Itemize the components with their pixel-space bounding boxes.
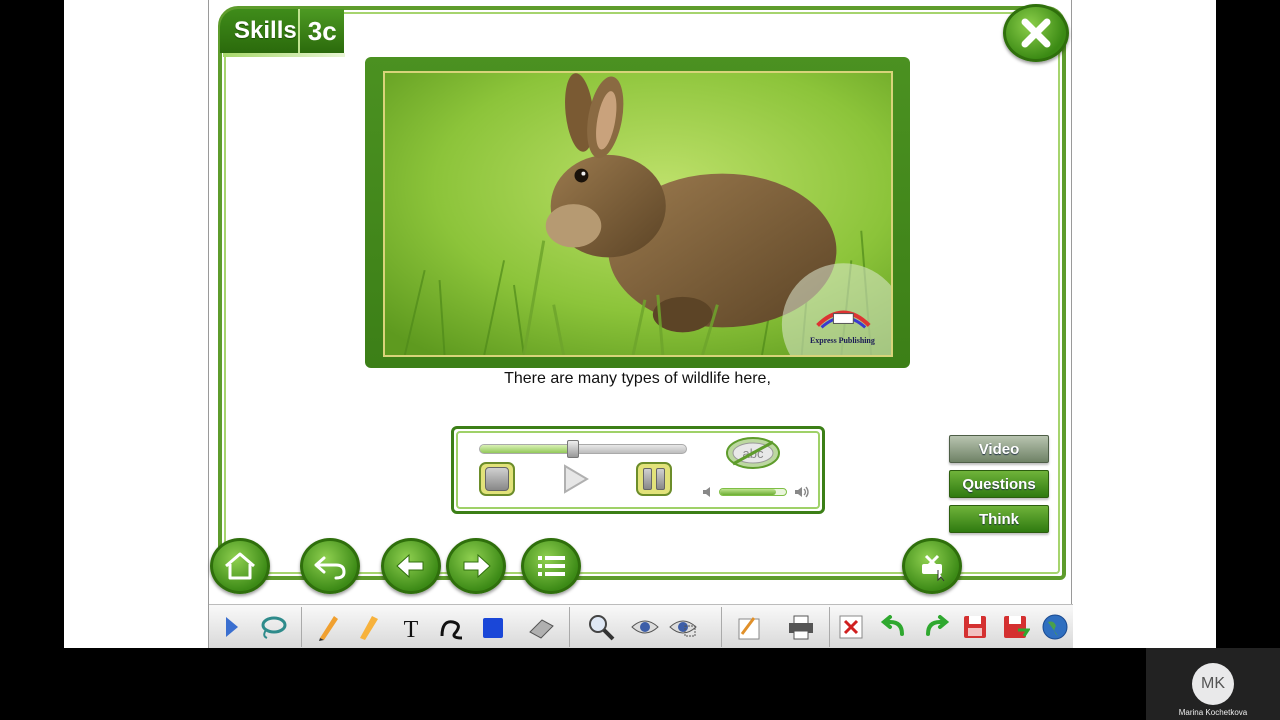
eye-hidden-icon: [669, 620, 697, 637]
section-tab: Skills 3c: [220, 9, 344, 53]
note-icon: [738, 617, 760, 640]
pause-icon: [643, 468, 665, 490]
eraser-tool[interactable]: [523, 609, 559, 645]
volume-low-icon: [703, 487, 710, 497]
list-icon: [538, 556, 565, 576]
lasso-tool[interactable]: [255, 609, 291, 645]
stop-button[interactable]: [479, 462, 515, 496]
save-as-icon: [1004, 616, 1030, 638]
tab-think[interactable]: Think: [949, 505, 1049, 533]
contents-button[interactable]: [521, 538, 581, 594]
unit-label: 3c: [298, 9, 344, 53]
previous-page-button[interactable]: [381, 538, 441, 594]
clear-all-button[interactable]: [833, 609, 869, 645]
abc-icon: abc: [726, 437, 780, 469]
play-icon: [564, 464, 589, 494]
eraser-icon: [529, 619, 554, 639]
toolbar-toggle-button[interactable]: [213, 609, 249, 645]
text-tool[interactable]: T: [393, 609, 429, 645]
save-button[interactable]: [957, 609, 993, 645]
subtitles-toggle-button[interactable]: abc: [725, 436, 781, 470]
section-underline: [223, 53, 345, 57]
volume-slider[interactable]: [719, 488, 787, 496]
pencil-tool[interactable]: [309, 609, 345, 645]
tab-questions[interactable]: Questions: [949, 470, 1049, 498]
arrow-right-icon: [463, 553, 491, 579]
volume-control[interactable]: [701, 485, 813, 499]
stop-icon: [485, 467, 509, 491]
annotation-toolbar: T: [209, 604, 1073, 648]
participant-tile: MK Marina Kochetkova: [1146, 648, 1280, 720]
svg-text:T: T: [404, 617, 419, 642]
print-button[interactable]: [783, 609, 819, 645]
toolbar-divider: [301, 607, 302, 647]
redo-button[interactable]: [919, 609, 955, 645]
freehand-tool[interactable]: [435, 609, 471, 645]
home-icon: [225, 552, 255, 580]
photo-card: Express Publishing: [365, 57, 910, 368]
undo-icon: [880, 615, 904, 636]
eye-icon: [631, 620, 659, 634]
arrow-left-icon: [396, 553, 424, 579]
tools-icon: [922, 554, 945, 582]
redo-icon: [926, 615, 950, 636]
tab-video[interactable]: Video: [949, 435, 1049, 463]
volume-high-icon: [795, 486, 809, 498]
shape-tool[interactable]: [475, 609, 511, 645]
save-as-button[interactable]: [997, 609, 1033, 645]
progress-fill: [480, 445, 573, 453]
screen: Skills 3c Express Publishing There are m…: [0, 0, 1280, 720]
spotlight-tool[interactable]: [627, 609, 663, 645]
save-icon: [964, 616, 986, 638]
toolbar-divider: [721, 607, 722, 647]
close-button[interactable]: [1003, 4, 1069, 62]
highlighter-tool[interactable]: [349, 609, 385, 645]
play-button[interactable]: [557, 462, 593, 496]
close-icon: [1021, 18, 1051, 48]
toolbar-divider: [569, 607, 570, 647]
pause-button[interactable]: [636, 462, 672, 496]
watermark-text: Express Publishing: [810, 336, 875, 345]
printer-icon: [789, 615, 813, 640]
home-button[interactable]: [210, 538, 270, 594]
zoom-tool[interactable]: [583, 609, 619, 645]
pencil-icon: [319, 616, 338, 641]
play-triangle-icon: [226, 617, 238, 637]
tools-button[interactable]: [902, 538, 962, 594]
next-page-button[interactable]: [446, 538, 506, 594]
magnifier-icon: [589, 615, 615, 641]
highlighter-icon: [360, 616, 378, 640]
progress-thumb[interactable]: [566, 440, 579, 458]
back-button[interactable]: [300, 538, 360, 594]
reveal-tool[interactable]: [665, 609, 701, 645]
undo-button[interactable]: [875, 609, 911, 645]
undo-arrow-icon: [314, 556, 346, 580]
rectangle-icon: [483, 618, 503, 638]
curve-icon: [440, 620, 463, 640]
toolbar-divider: [829, 607, 830, 647]
notes-tool[interactable]: [731, 609, 767, 645]
participant-name: Marina Kochetkova: [1178, 708, 1248, 717]
web-button[interactable]: [1037, 609, 1073, 645]
text-icon: T: [404, 617, 419, 642]
progress-slider[interactable]: [479, 440, 687, 458]
avatar: MK: [1192, 663, 1234, 705]
delete-icon: [839, 615, 863, 639]
lasso-icon: [261, 616, 287, 639]
volume-fill: [720, 489, 777, 495]
audio-player: abc: [451, 426, 825, 514]
caption-text: There are many types of wildlife here,: [504, 370, 771, 387]
ebook-app: Skills 3c Express Publishing There are m…: [208, 0, 1073, 648]
section-label: Skills: [234, 17, 297, 44]
rabbit-photo: Express Publishing: [383, 71, 893, 357]
globe-icon: [1042, 614, 1068, 640]
